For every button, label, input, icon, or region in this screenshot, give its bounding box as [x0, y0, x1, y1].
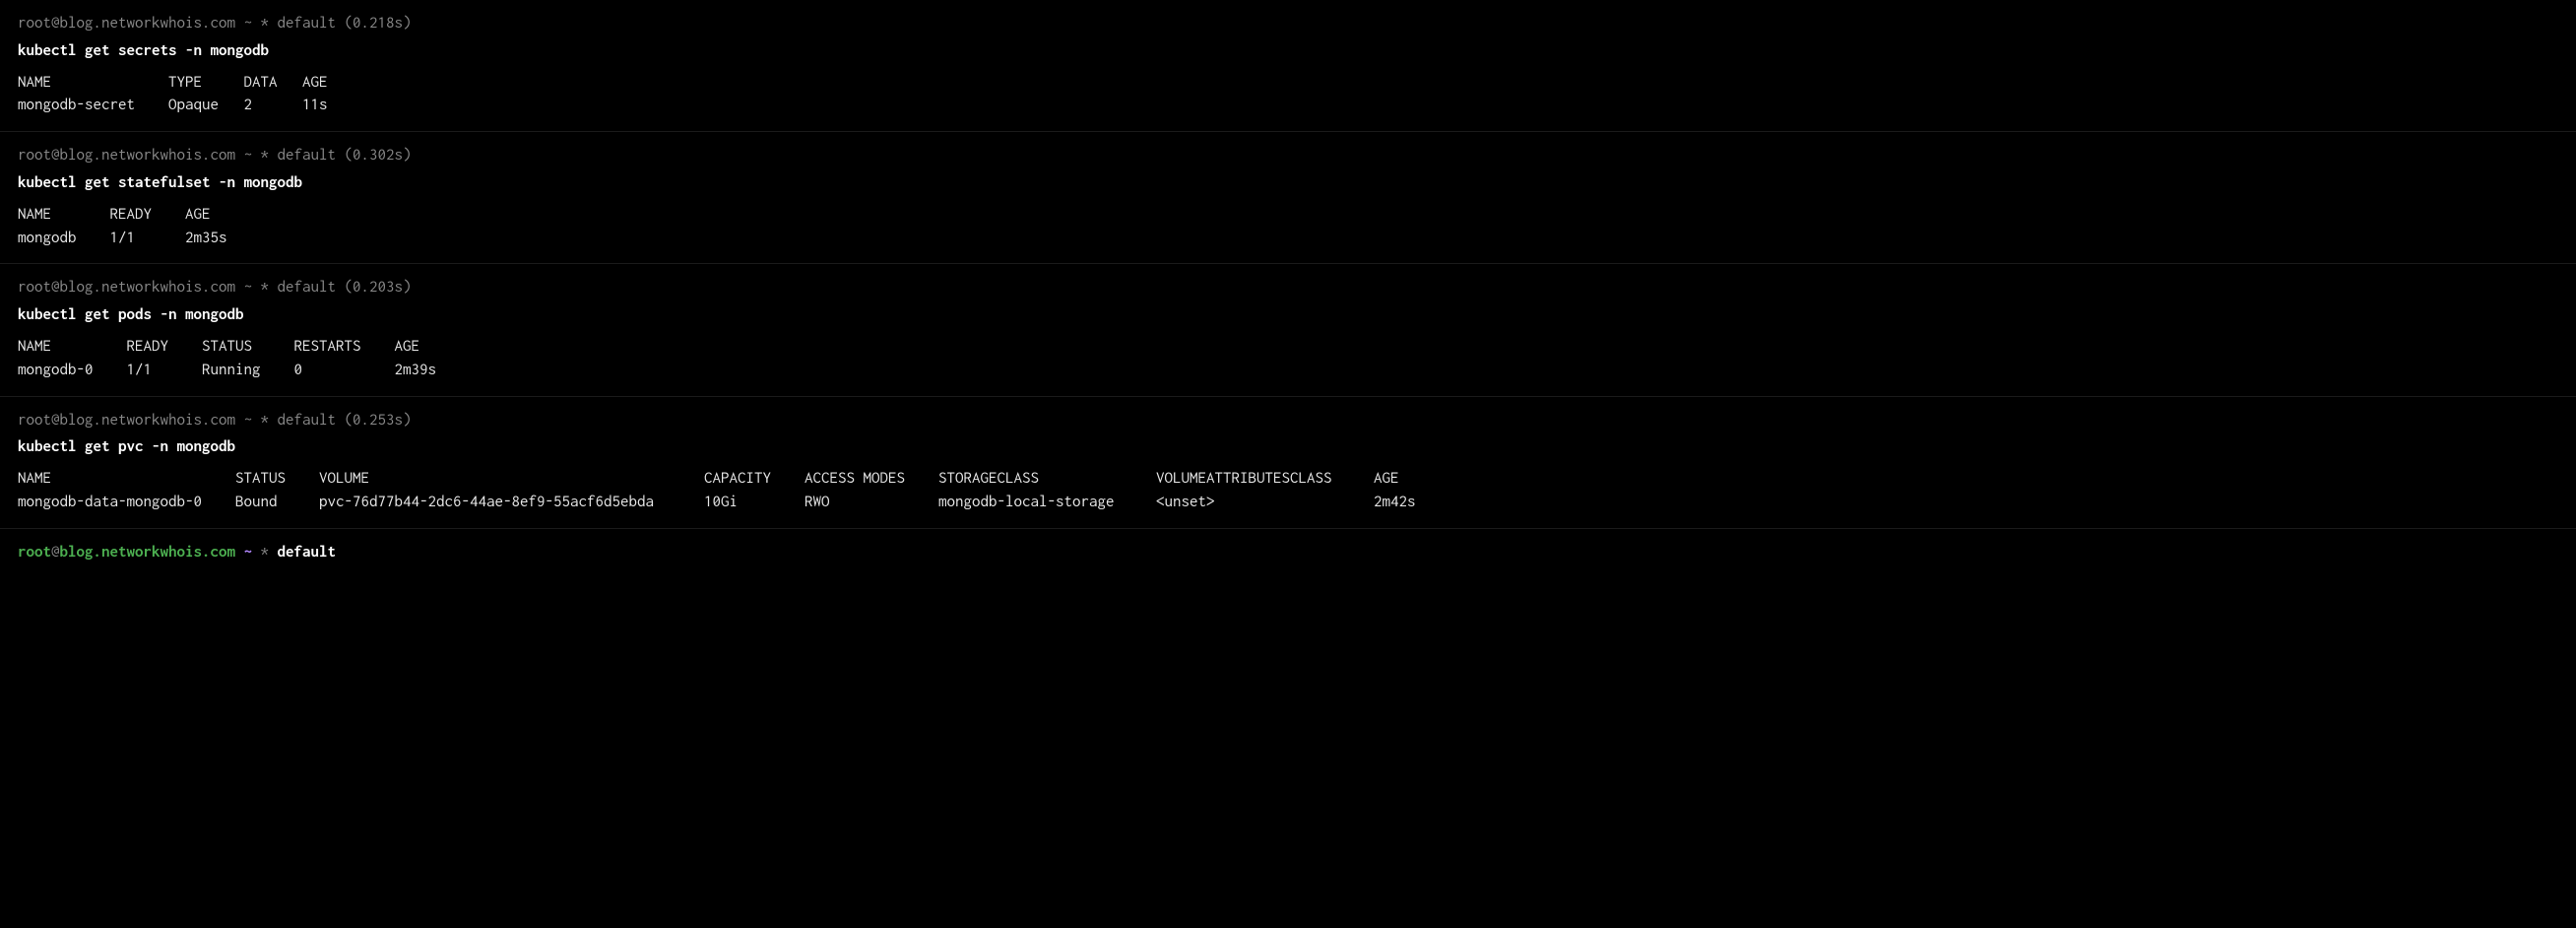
prompt-tilde: ~: [244, 543, 253, 561]
command-text: kubectl get statefulset -n mongodb: [18, 171, 2558, 195]
prompt-star: *: [261, 543, 270, 561]
prompt-context: default: [278, 543, 337, 561]
prompt-line: root@blog.networkwhois.com ~ * default (…: [18, 276, 2558, 299]
prompt-line: root@blog.networkwhois.com ~ * default (…: [18, 12, 2558, 35]
active-prompt[interactable]: root@blog.networkwhois.com ~ * default: [0, 529, 2576, 576]
prompt-user: root: [18, 543, 51, 561]
command-text: kubectl get pvc -n mongodb: [18, 435, 2558, 459]
command-text: kubectl get secrets -n mongodb: [18, 39, 2558, 63]
command-block-pods: root@blog.networkwhois.com ~ * default (…: [0, 264, 2576, 396]
command-block-pvc: root@blog.networkwhois.com ~ * default (…: [0, 397, 2576, 529]
command-block-secrets: root@blog.networkwhois.com ~ * default (…: [0, 0, 2576, 132]
prompt-host: blog.networkwhois.com: [60, 543, 236, 561]
command-text: kubectl get pods -n mongodb: [18, 303, 2558, 327]
command-block-statefulset: root@blog.networkwhois.com ~ * default (…: [0, 132, 2576, 264]
command-output: NAME TYPE DATA AGE mongodb-secret Opaque…: [18, 71, 2558, 118]
prompt-at: @: [51, 543, 60, 561]
prompt-line: root@blog.networkwhois.com ~ * default (…: [18, 144, 2558, 167]
prompt-line: root@blog.networkwhois.com ~ * default (…: [18, 409, 2558, 432]
command-output: NAME STATUS VOLUME CAPACITY ACCESS MODES…: [18, 467, 2558, 514]
command-output: NAME READY AGE mongodb 1/1 2m35s: [18, 203, 2558, 250]
command-output: NAME READY STATUS RESTARTS AGE mongodb-0…: [18, 335, 2558, 382]
